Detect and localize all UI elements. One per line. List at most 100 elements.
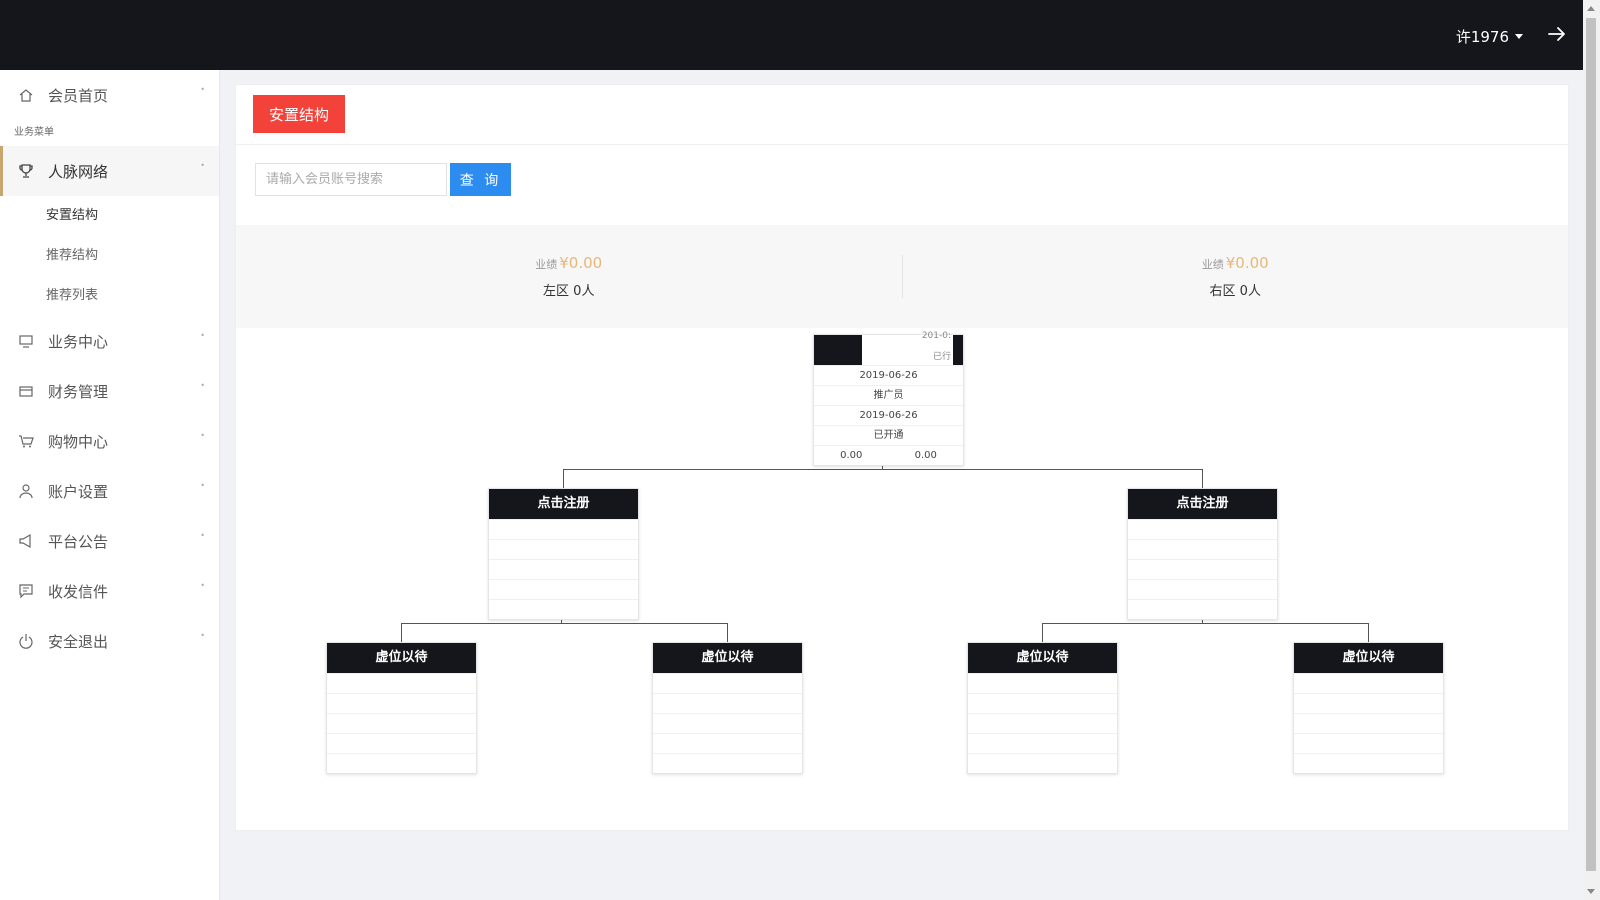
trophy-icon [18, 163, 34, 179]
user-icon [18, 483, 34, 499]
sidebar-item-label: 平台公告 [48, 532, 109, 551]
vacant-node-head: 虚位以待 [653, 643, 802, 673]
sidebar-item-messages[interactable]: 收发信件 • [0, 566, 219, 616]
caret-down-icon [1515, 34, 1523, 39]
node-row [1128, 559, 1277, 579]
tree-connector [563, 469, 1203, 470]
monitor-icon [18, 333, 34, 349]
node-head-text: 201-0: [921, 331, 951, 341]
sidebar-item-label: 会员首页 [48, 86, 109, 105]
expand-dot-icon: • [200, 85, 205, 94]
message-icon [18, 583, 34, 599]
right-performance: 业绩 ¥0.00 [1202, 254, 1269, 272]
node-row [489, 539, 638, 559]
sidebar-item-finance[interactable]: 财务管理 • [0, 366, 219, 416]
node-row [489, 599, 638, 619]
node-row [1294, 713, 1443, 733]
node-row [653, 733, 802, 753]
tree-node-vacant[interactable]: 虚位以待 [326, 642, 477, 774]
vacant-node-head: 虚位以待 [327, 643, 476, 673]
performance-stats: 业绩 ¥0.00 左区 0人 业绩 ¥0.00 右区 0人 [236, 225, 1568, 328]
tree-node-root[interactable]: 201-0: 已行 2019-06-26 推广员 2019-06-26 已开通 … [813, 331, 964, 466]
node-row [1128, 579, 1277, 599]
logout-arrow-icon[interactable] [1545, 22, 1569, 46]
perf-amount: ¥0.00 [1225, 254, 1269, 272]
node-row [489, 519, 638, 539]
expand-dot-icon: • [200, 381, 205, 390]
tree-node-vacant[interactable]: 虚位以待 [1293, 642, 1444, 774]
node-row [1128, 539, 1277, 559]
sidebar-item-label: 购物中心 [48, 432, 109, 451]
member-search-input[interactable] [255, 163, 447, 196]
node-row [327, 693, 476, 713]
username: 许1976 [1455, 28, 1509, 46]
search-row: 查 询 [255, 163, 511, 196]
node-row [489, 559, 638, 579]
cart-icon [18, 433, 34, 449]
sidebar-item-network[interactable]: 人脉网络 • [0, 146, 219, 196]
node-row [1128, 519, 1277, 539]
node-head: 201-0: 已行 [814, 331, 963, 365]
node-row [968, 673, 1117, 693]
tree-node-vacant[interactable]: 虚位以待 [652, 642, 803, 774]
node-row: 2019-06-26 [814, 365, 963, 385]
tree-connector [401, 623, 402, 642]
panel-header: 安置结构 [236, 85, 1568, 145]
placement-structure-tab[interactable]: 安置结构 [253, 95, 345, 133]
tree-connector [1368, 623, 1369, 642]
node-row: 已开通 [814, 425, 963, 445]
power-icon [18, 633, 34, 649]
node-head-block [814, 335, 862, 365]
sidebar-item-label: 业务中心 [48, 332, 109, 351]
node-row [968, 693, 1117, 713]
vacant-node-head: 虚位以待 [968, 643, 1117, 673]
node-row [653, 753, 802, 773]
search-button[interactable]: 查 询 [450, 163, 511, 196]
node-row [327, 733, 476, 753]
node-row [653, 713, 802, 733]
card-icon [18, 383, 34, 399]
sidebar-item-business[interactable]: 业务中心 • [0, 316, 219, 366]
tree-node-vacant[interactable]: 虚位以待 [967, 642, 1118, 774]
sidebar-item-announcements[interactable]: 平台公告 • [0, 516, 219, 566]
tree-node-right[interactable]: 点击注册 [1127, 488, 1278, 620]
tree-node-left[interactable]: 点击注册 [488, 488, 639, 620]
placement-tree: 201-0: 已行 2019-06-26 推广员 2019-06-26 已开通 … [236, 328, 1568, 828]
node-row [327, 673, 476, 693]
sidebar-item-account[interactable]: 账户设置 • [0, 466, 219, 516]
sidebar-item-home[interactable]: 会员首页 • [0, 70, 219, 120]
scroll-down-icon[interactable] [1587, 889, 1595, 894]
user-menu[interactable]: 许1976 [1456, 26, 1523, 47]
page-scrollbar[interactable] [1583, 0, 1600, 900]
sidebar-item-label: 收发信件 [48, 582, 109, 601]
node-row: 0.00 0.00 [814, 445, 963, 465]
node-row [327, 713, 476, 733]
register-node-head[interactable]: 点击注册 [1128, 489, 1277, 519]
sidebar-item-shopping[interactable]: 购物中心 • [0, 416, 219, 466]
left-value: 0.00 [840, 450, 863, 461]
right-zone-count: 右区 0人 [1209, 284, 1261, 299]
scroll-up-icon[interactable] [1587, 6, 1595, 11]
megaphone-icon [18, 533, 34, 549]
sidebar-subitem-referral-structure[interactable]: 推荐结构 [0, 236, 219, 276]
node-row [327, 753, 476, 773]
tree-connector [1042, 623, 1043, 642]
node-row [1294, 693, 1443, 713]
right-zone-stat: 业绩 ¥0.00 右区 0人 [903, 225, 1569, 328]
expand-dot-icon: • [200, 161, 205, 170]
register-node-head[interactable]: 点击注册 [489, 489, 638, 519]
sidebar-item-logout[interactable]: 安全退出 • [0, 616, 219, 666]
node-row [968, 753, 1117, 773]
tree-connector [563, 469, 564, 488]
left-zone-stat: 业绩 ¥0.00 左区 0人 [236, 225, 902, 328]
sidebar-subitem-placement[interactable]: 安置结构 [0, 196, 219, 236]
expand-dot-icon: • [200, 631, 205, 640]
node-row [968, 733, 1117, 753]
sidebar-item-label: 财务管理 [48, 382, 109, 401]
node-row: 2019-06-26 [814, 405, 963, 425]
tree-connector [401, 623, 728, 624]
top-bar: 许1976 [0, 0, 1583, 70]
sidebar-subitem-referral-list[interactable]: 推荐列表 [0, 276, 219, 316]
scroll-thumb[interactable] [1586, 18, 1596, 871]
expand-dot-icon: • [200, 481, 205, 490]
